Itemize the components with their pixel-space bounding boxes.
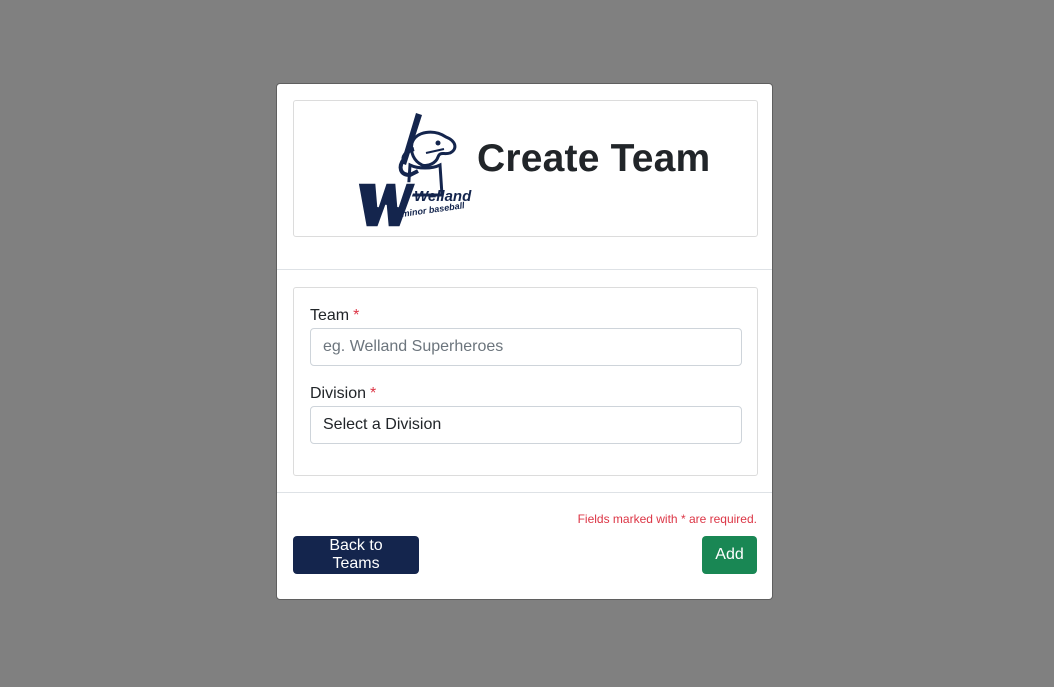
back-to-teams-button[interactable]: Back to Teams: [293, 536, 419, 574]
add-button[interactable]: Add: [702, 536, 757, 574]
form-card: Team* Division* Select a Division: [293, 287, 758, 476]
division-label-text: Division: [310, 385, 367, 402]
division-label: Division *: [310, 385, 376, 403]
required-fields-note: Fields marked with * are required.: [577, 512, 757, 526]
team-label: Team *: [310, 307, 359, 325]
create-team-modal: Welland minor baseball Create Team Team *…: [276, 83, 773, 600]
required-asterisk: *: [370, 385, 377, 402]
header-card: Welland minor baseball Create Team: [293, 100, 758, 237]
divider: [277, 269, 772, 270]
welland-minor-baseball-logo: Welland minor baseball: [357, 113, 472, 228]
team-label-text: Team: [310, 307, 350, 324]
page-title: Create Team: [477, 137, 711, 180]
division-select[interactable]: Select a Division: [310, 406, 742, 444]
division-selected-value: Select a Division: [323, 416, 442, 433]
team-name-input[interactable]: [310, 328, 742, 366]
divider: [277, 492, 772, 493]
required-asterisk: *: [353, 307, 360, 324]
